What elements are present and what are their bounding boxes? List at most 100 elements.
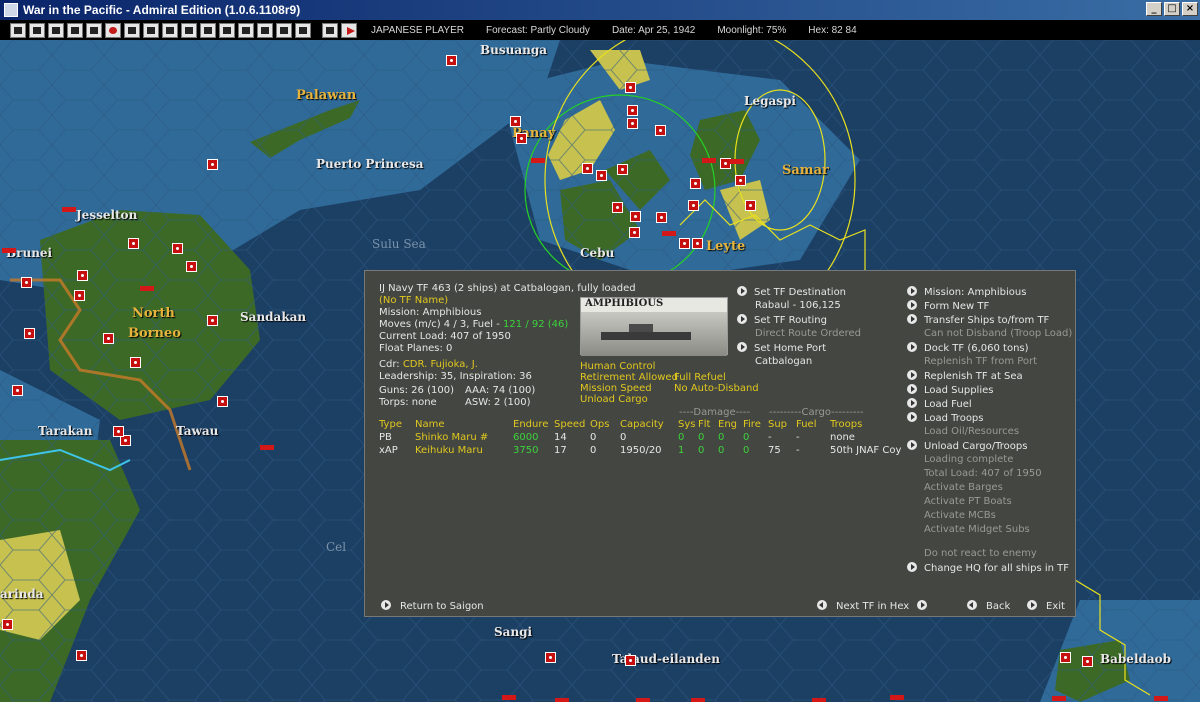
base-marker-icon[interactable] bbox=[655, 125, 666, 136]
exit-button[interactable]: Exit bbox=[1027, 600, 1065, 613]
ship-name-link[interactable]: Keihuku Maru bbox=[415, 445, 483, 457]
tf-option-toggle[interactable]: Unload Cargo bbox=[580, 394, 648, 406]
commander-link[interactable]: CDR. Fujioka, J. bbox=[403, 359, 478, 370]
task-force-icon[interactable] bbox=[219, 22, 235, 38]
combat-report-icon[interactable] bbox=[295, 22, 311, 38]
base-marker-icon[interactable] bbox=[656, 212, 667, 223]
base-marker-icon[interactable] bbox=[103, 333, 114, 344]
action-change-hq-for-all-ships-in-tf[interactable]: Change HQ for all ships in TF bbox=[907, 562, 1069, 575]
base-marker-icon[interactable] bbox=[12, 385, 23, 396]
column-header-speed[interactable]: Speed bbox=[554, 419, 585, 431]
column-header-fuel[interactable]: Fuel bbox=[796, 419, 816, 431]
base-marker-icon[interactable] bbox=[735, 175, 746, 186]
action-dock-tf-6-060-tons[interactable]: Dock TF (6,060 tons) bbox=[907, 342, 1029, 355]
action-load-troops[interactable]: Load Troops bbox=[907, 412, 984, 425]
column-header-flt[interactable]: Flt bbox=[698, 419, 710, 431]
base-marker-icon[interactable] bbox=[625, 82, 636, 93]
tf-option-toggle[interactable]: No Auto-Disband bbox=[674, 383, 759, 395]
base-marker-icon[interactable] bbox=[745, 200, 756, 211]
base-marker-icon[interactable] bbox=[630, 211, 641, 222]
squad-icon[interactable] bbox=[124, 22, 140, 38]
column-header-sup[interactable]: Sup bbox=[768, 419, 787, 431]
base-marker-icon[interactable] bbox=[545, 652, 556, 663]
action-unload-cargo-troops[interactable]: Unload Cargo/Troops bbox=[907, 440, 1027, 453]
task-force-icon[interactable] bbox=[2, 248, 16, 253]
aircraft-icon[interactable] bbox=[67, 22, 83, 38]
action-load-supplies[interactable]: Load Supplies bbox=[907, 384, 993, 397]
base-marker-icon[interactable] bbox=[582, 163, 593, 174]
close-button[interactable]: × bbox=[1182, 2, 1198, 16]
base-marker-icon[interactable] bbox=[629, 227, 640, 238]
column-header-sys[interactable]: Sys bbox=[678, 419, 695, 431]
back-button[interactable]: Back bbox=[967, 600, 1010, 613]
task-force-icon[interactable] bbox=[662, 231, 676, 236]
base-marker-icon[interactable] bbox=[128, 238, 139, 249]
column-header-capacity[interactable]: Capacity bbox=[620, 419, 664, 431]
units-icon[interactable] bbox=[181, 22, 197, 38]
task-force-icon[interactable] bbox=[636, 698, 650, 702]
ship-name-link[interactable]: Shinko Maru # bbox=[415, 432, 488, 444]
action-transfer-ships-to-from-tf[interactable]: Transfer Ships to/from TF bbox=[907, 314, 1049, 327]
minimize-button[interactable]: _ bbox=[1146, 2, 1162, 16]
base-marker-icon[interactable] bbox=[1082, 656, 1093, 667]
task-force-icon[interactable] bbox=[555, 698, 569, 702]
base-marker-icon[interactable] bbox=[516, 133, 527, 144]
column-header-type[interactable]: Type bbox=[379, 419, 402, 431]
column-header-ops[interactable]: Ops bbox=[590, 419, 609, 431]
base-marker-icon[interactable] bbox=[446, 55, 457, 66]
base-marker-icon[interactable] bbox=[627, 118, 638, 129]
base-marker-icon[interactable] bbox=[217, 396, 228, 407]
base-marker-icon[interactable] bbox=[21, 277, 32, 288]
base-marker-icon[interactable] bbox=[679, 238, 690, 249]
column-header-fire[interactable]: Fire bbox=[743, 419, 761, 431]
base-marker-icon[interactable] bbox=[692, 238, 703, 249]
rising-sun-icon[interactable] bbox=[105, 22, 121, 38]
base-marker-icon[interactable] bbox=[76, 650, 87, 661]
flag-icon[interactable] bbox=[162, 22, 178, 38]
base-marker-icon[interactable] bbox=[207, 159, 218, 170]
action-load-fuel[interactable]: Load Fuel bbox=[907, 398, 972, 411]
base-marker-icon[interactable] bbox=[2, 619, 13, 630]
maximize-button[interactable]: □ bbox=[1164, 2, 1180, 16]
base-icon[interactable] bbox=[238, 22, 254, 38]
task-force-icon[interactable] bbox=[62, 207, 76, 212]
base-marker-icon[interactable] bbox=[612, 202, 623, 213]
base-marker-icon[interactable] bbox=[1060, 652, 1071, 663]
report-icon[interactable] bbox=[10, 22, 26, 38]
base-marker-icon[interactable] bbox=[74, 290, 85, 301]
air-group-icon[interactable] bbox=[200, 22, 216, 38]
intel-icon[interactable] bbox=[86, 22, 102, 38]
action-form-new-tf[interactable]: Form New TF bbox=[907, 300, 989, 313]
column-header-troops[interactable]: Troops bbox=[830, 419, 862, 431]
task-force-icon[interactable] bbox=[1052, 696, 1066, 701]
base-marker-icon[interactable] bbox=[172, 243, 183, 254]
task-force-icon[interactable] bbox=[890, 695, 904, 700]
base-marker-icon[interactable] bbox=[113, 426, 124, 437]
base-marker-icon[interactable] bbox=[186, 261, 197, 272]
column-header-endure[interactable]: Endure bbox=[513, 419, 548, 431]
base-marker-icon[interactable] bbox=[617, 164, 628, 175]
task-force-icon[interactable] bbox=[702, 158, 716, 163]
task-force-icon[interactable] bbox=[812, 698, 826, 702]
action-mission-amphibious[interactable]: Mission: Amphibious bbox=[907, 286, 1026, 299]
production-icon[interactable] bbox=[257, 22, 273, 38]
plane-icon[interactable] bbox=[143, 22, 159, 38]
task-force-icon[interactable] bbox=[691, 698, 705, 702]
ships-icon[interactable] bbox=[48, 22, 64, 38]
set-routing-button[interactable]: Set TF Routing bbox=[737, 314, 827, 327]
set-home-port-button[interactable]: Set Home Port bbox=[737, 342, 826, 355]
return-to-base-button[interactable]: Return to Saigon bbox=[381, 600, 484, 613]
end-turn-icon[interactable] bbox=[341, 22, 357, 38]
base-marker-icon[interactable] bbox=[625, 655, 636, 666]
base-marker-icon[interactable] bbox=[510, 116, 521, 127]
column-header-eng[interactable]: Eng bbox=[718, 419, 737, 431]
column-header-name[interactable]: Name bbox=[415, 419, 445, 431]
base-marker-icon[interactable] bbox=[596, 170, 607, 181]
task-force-icon[interactable] bbox=[140, 286, 154, 291]
op-report-icon[interactable] bbox=[276, 22, 292, 38]
task-force-icon[interactable] bbox=[502, 695, 516, 700]
base-marker-icon[interactable] bbox=[77, 270, 88, 281]
base-marker-icon[interactable] bbox=[690, 178, 701, 189]
base-marker-icon[interactable] bbox=[627, 105, 638, 116]
task-force-icon[interactable] bbox=[730, 159, 744, 164]
